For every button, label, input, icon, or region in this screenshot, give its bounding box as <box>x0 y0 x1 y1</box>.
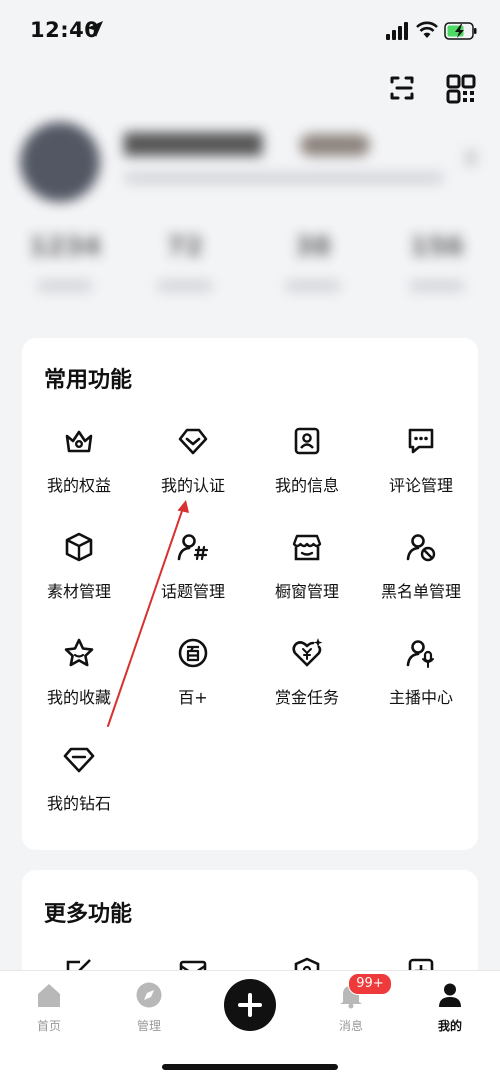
tab-label: 消息 <box>338 1019 363 1033</box>
cellular-signal-icon <box>386 22 408 40</box>
tab-label: 管理 <box>136 1019 161 1033</box>
unread-count-badge: 99+ <box>348 973 392 995</box>
grid-item-my-info[interactable]: 我的信息 <box>250 424 364 524</box>
location-arrow-icon <box>87 21 103 37</box>
stat-value: 156 <box>409 232 465 262</box>
grid-item-label: 橱窗管理 <box>274 582 339 601</box>
stat-label-blurred <box>285 280 341 292</box>
user-block-icon <box>406 534 436 562</box>
user-mic-icon <box>406 640 434 668</box>
grid-item-my-favorites[interactable]: 我的收藏 <box>22 636 136 736</box>
reward-heart-icon <box>292 638 323 667</box>
tab-home[interactable]: 首页 <box>14 981 84 1034</box>
chevron-right-icon <box>466 150 476 166</box>
grid-item-comment-manage[interactable]: 评论管理 <box>364 424 478 524</box>
section-title: 常用功能 <box>44 368 133 393</box>
stat-label-blurred <box>157 280 213 292</box>
id-card-icon <box>294 427 320 455</box>
grid-item-label: 我的认证 <box>160 476 225 495</box>
grid-item-material-manage[interactable]: 素材管理 <box>22 530 136 630</box>
bai-badge-icon <box>178 638 208 668</box>
stat-label-blurred <box>409 280 465 292</box>
grid-item-streamer-center[interactable]: 主播中心 <box>364 636 478 736</box>
home-indicator <box>162 1064 338 1070</box>
section-title: 更多功能 <box>44 902 133 927</box>
grid-item-bounty-task[interactable]: 赏金任务 <box>250 636 364 736</box>
qr-code-icon[interactable] <box>444 72 478 106</box>
wifi-icon <box>416 21 438 38</box>
tab-manage[interactable]: 管理 <box>114 981 184 1034</box>
user-level-badge <box>300 134 370 156</box>
grid-item-label: 主播中心 <box>388 688 453 707</box>
grid-item-label: 评论管理 <box>388 476 453 495</box>
user-hashtag-icon <box>177 534 209 561</box>
profile-section[interactable]: █████████ 1234 72 38 156 <box>0 110 500 330</box>
grid-item-label: 我的信息 <box>274 476 339 495</box>
grid-item-label: 我的钻石 <box>46 794 111 813</box>
grid-item-label: 百+ <box>178 688 208 707</box>
battery-charging-icon <box>444 22 477 40</box>
diamond-icon <box>63 747 95 773</box>
star-icon <box>64 638 94 667</box>
grid-item-label: 我的权益 <box>46 476 111 495</box>
grid-item-topic-manage[interactable]: 话题管理 <box>136 530 250 630</box>
grid-item-my-verification[interactable]: 我的认证 <box>136 424 250 524</box>
crown-icon <box>65 430 93 453</box>
verified-chevron-icon <box>178 428 208 455</box>
stat-label-blurred <box>37 280 93 292</box>
status-bar: 12:40 <box>0 0 500 62</box>
grid-item-label: 话题管理 <box>160 582 225 601</box>
compass-icon <box>136 982 162 1008</box>
avatar[interactable] <box>20 122 100 202</box>
home-icon <box>38 984 60 1007</box>
grid-item-label: 我的收藏 <box>46 688 111 707</box>
stat-item[interactable]: 156 <box>392 232 482 292</box>
stat-item[interactable]: 72 <box>140 232 230 292</box>
stat-item[interactable]: 38 <box>268 232 358 292</box>
grid-item-label: 赏金任务 <box>274 688 339 707</box>
grid-item-my-benefits[interactable]: 我的权益 <box>22 424 136 524</box>
grid-item-label: 素材管理 <box>46 582 111 601</box>
grid-item-blacklist-manage[interactable]: 黑名单管理 <box>364 530 478 630</box>
common-functions-card: 常用功能 我的权益 我的认证 我的信息 评论管理 素材管理 话题管理 橱窗管理 … <box>22 338 478 850</box>
cube-icon <box>65 532 93 562</box>
person-icon <box>439 983 461 1007</box>
stat-value: 72 <box>166 232 204 262</box>
comment-icon <box>408 428 434 454</box>
grid-item-showcase-manage[interactable]: 橱窗管理 <box>250 530 364 630</box>
stat-item[interactable]: 1234 <box>20 232 110 292</box>
stat-value: 1234 <box>28 232 102 262</box>
stat-value: 38 <box>294 232 332 262</box>
tab-label: 我的 <box>437 1019 462 1033</box>
grid-item-my-diamonds[interactable]: 我的钻石 <box>22 742 136 842</box>
profile-subtitle-blurred <box>124 172 444 184</box>
create-post-button[interactable] <box>224 979 276 1031</box>
tab-me[interactable]: 我的 <box>415 981 485 1034</box>
grid-item-label: 黑名单管理 <box>380 582 461 601</box>
storefront-icon <box>292 534 322 561</box>
grid-item-bai-plus[interactable]: 百+ <box>136 636 250 736</box>
username-blurred: █████████ <box>124 132 263 156</box>
tab-messages[interactable]: 99+ 消息 <box>316 973 392 1034</box>
tab-label: 首页 <box>36 1019 61 1033</box>
plus-icon <box>238 993 262 1017</box>
scan-icon[interactable] <box>386 72 418 104</box>
